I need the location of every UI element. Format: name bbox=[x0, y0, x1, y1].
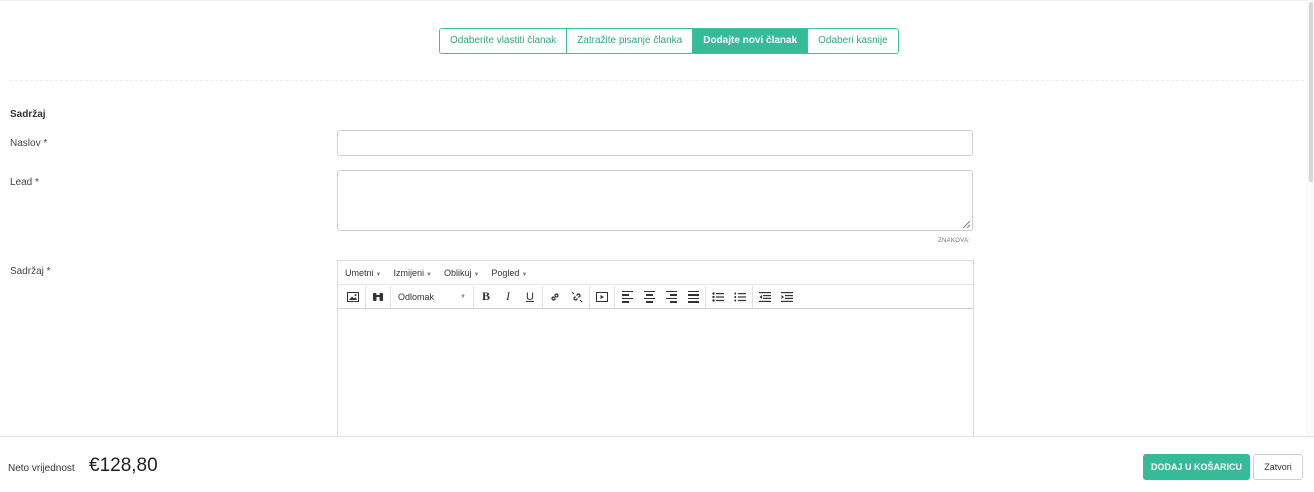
media-icon[interactable] bbox=[591, 287, 613, 307]
toolbar-separator bbox=[705, 285, 706, 308]
resize-handle-icon[interactable] bbox=[963, 221, 970, 228]
chevron-down-icon: ▼ bbox=[460, 293, 466, 300]
editor-toolbar: Odlomak ▼ B I U bbox=[338, 285, 973, 309]
menu-format[interactable]: Oblikuj ▼ bbox=[444, 268, 479, 278]
chevron-down-icon: ▼ bbox=[473, 271, 480, 278]
toolbar-separator bbox=[365, 285, 366, 308]
lead-label: Lead * bbox=[10, 177, 39, 188]
format-select[interactable]: Odlomak ▼ bbox=[392, 287, 472, 307]
bullet-list-icon[interactable] bbox=[707, 287, 729, 307]
chevron-down-icon: ▼ bbox=[425, 271, 432, 278]
toolbar-separator bbox=[589, 285, 590, 308]
underline-icon[interactable]: U bbox=[519, 287, 541, 307]
char-counter: ZNAKOVA: bbox=[938, 238, 971, 244]
tab-select-own-article[interactable]: Odaberite vlastiti članak bbox=[440, 29, 568, 53]
unlink-icon[interactable] bbox=[566, 287, 588, 307]
tab-choose-later[interactable]: Odaberi kasnije bbox=[808, 29, 898, 53]
toolbar-separator bbox=[614, 285, 615, 308]
net-value-amount: €128,80 bbox=[89, 455, 158, 476]
toolbar-separator bbox=[542, 285, 543, 308]
menu-view[interactable]: Pogled ▼ bbox=[491, 268, 527, 278]
align-center-icon[interactable] bbox=[638, 287, 660, 307]
menu-edit-label: Izmijeni bbox=[393, 267, 424, 278]
add-to-cart-button[interactable]: DODAJ U KOŠARICU bbox=[1143, 454, 1250, 480]
tab-request-article-writing[interactable]: Zatražite pisanje članka bbox=[567, 29, 694, 53]
toolbar-separator bbox=[473, 285, 474, 308]
menu-insert[interactable]: Umetni ▼ bbox=[345, 268, 381, 278]
menu-format-label: Oblikuj bbox=[443, 267, 472, 278]
image-icon[interactable] bbox=[342, 287, 364, 307]
menu-view-label: Pogled bbox=[491, 267, 520, 278]
editor-menubar: Umetni ▼ Izmijeni ▼ Oblikuj ▼ Pogled ▼ bbox=[338, 261, 973, 285]
italic-icon[interactable]: I bbox=[497, 287, 519, 307]
menu-edit[interactable]: Izmijeni ▼ bbox=[393, 268, 431, 278]
chevron-down-icon: ▼ bbox=[521, 271, 528, 278]
title-input[interactable] bbox=[337, 130, 973, 156]
toolbar-separator bbox=[390, 285, 391, 308]
section-title: Sadržaj bbox=[10, 109, 46, 120]
top-border bbox=[0, 0, 1314, 1]
footer-bar: Neto vrijednost €128,80 DODAJ U KOŠARICU… bbox=[0, 436, 1314, 492]
rich-text-editor: Umetni ▼ Izmijeni ▼ Oblikuj ▼ Pogled ▼ Odlom… bbox=[337, 260, 974, 450]
menu-insert-label: Umetni bbox=[345, 267, 374, 278]
bold-icon[interactable]: B bbox=[475, 287, 497, 307]
scrollbar[interactable] bbox=[1306, 0, 1314, 437]
align-right-icon[interactable] bbox=[660, 287, 682, 307]
net-value-label: Neto vrijednost bbox=[8, 463, 75, 474]
toolbar-separator bbox=[752, 285, 753, 308]
format-select-value: Odlomak bbox=[398, 291, 435, 302]
align-left-icon[interactable] bbox=[616, 287, 638, 307]
link-icon[interactable] bbox=[544, 287, 566, 307]
content-label: Sadržaj * bbox=[10, 266, 51, 277]
tab-add-new-article[interactable]: Dodajte novi članak bbox=[693, 29, 809, 53]
align-justify-icon[interactable] bbox=[682, 287, 704, 307]
lead-textarea[interactable] bbox=[337, 170, 973, 231]
outdent-icon[interactable] bbox=[754, 287, 776, 307]
article-option-tabs: Odaberite vlastiti članak Zatražite pisa… bbox=[439, 28, 899, 54]
find-replace-icon[interactable] bbox=[367, 287, 389, 307]
editor-content-area[interactable] bbox=[338, 309, 973, 449]
numbered-list-icon[interactable] bbox=[729, 287, 751, 307]
close-button[interactable]: Zatvori bbox=[1253, 454, 1303, 480]
scrollbar-thumb[interactable] bbox=[1309, 2, 1313, 182]
indent-icon[interactable] bbox=[776, 287, 798, 307]
divider bbox=[10, 80, 1304, 81]
title-label: Naslov * bbox=[10, 138, 48, 149]
chevron-down-icon: ▼ bbox=[375, 271, 382, 278]
